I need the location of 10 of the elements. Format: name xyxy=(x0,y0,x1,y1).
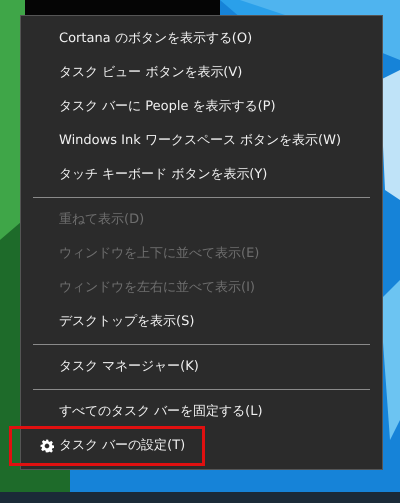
menu-item[interactable]: すべてのタスク バーを固定する(L) xyxy=(21,395,382,429)
menu-item[interactable]: タスク ビュー ボタンを表示(V) xyxy=(21,56,382,90)
settings-icon xyxy=(40,439,54,453)
menu-item[interactable]: タスク バーの設定(T) xyxy=(12,429,202,463)
menu-item[interactable]: タッチ キーボード ボタンを表示(Y) xyxy=(21,158,382,192)
menu-item[interactable]: Cortana のボタンを表示する(O) xyxy=(21,22,382,56)
menu-item[interactable]: タスク マネージャー(K) xyxy=(21,350,382,384)
menu-item[interactable]: デスクトップを表示(S) xyxy=(21,305,382,339)
menu-item[interactable]: タスク バーに People を表示する(P) xyxy=(21,90,382,124)
menu-item[interactable]: Windows Ink ワークスペース ボタンを表示(W) xyxy=(21,124,382,158)
